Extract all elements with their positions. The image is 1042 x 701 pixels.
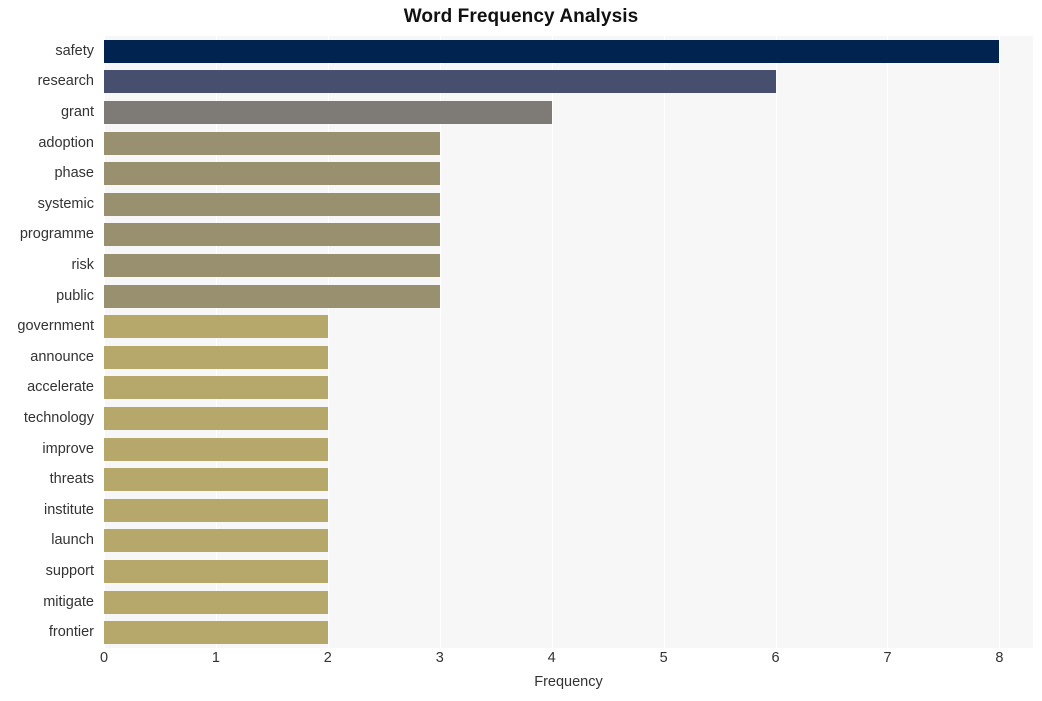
bar-improve[interactable] bbox=[104, 437, 328, 461]
bar-accelerate[interactable] bbox=[104, 376, 328, 400]
chart-title: Word Frequency Analysis bbox=[403, 6, 639, 27]
x-tick-label-2: 2 bbox=[323, 650, 332, 666]
chart-figure: Word Frequency Analysis safety research gr… bbox=[0, 0, 1042, 701]
bars-layer bbox=[104, 36, 1033, 648]
y-tick-label-announce: announce bbox=[30, 348, 94, 365]
bar-announce[interactable] bbox=[104, 345, 328, 369]
y-tick-label-institute: institute bbox=[44, 501, 94, 518]
bar-frontier[interactable] bbox=[104, 621, 328, 645]
y-tick-label-threats: threats bbox=[49, 471, 94, 488]
bar-launch[interactable] bbox=[104, 529, 328, 553]
x-tick-label-5: 5 bbox=[659, 650, 668, 666]
bar-research[interactable] bbox=[104, 70, 776, 94]
y-axis-tick-labels: safety research grant adoption phase systemic… bbox=[0, 36, 104, 648]
bar-safety[interactable] bbox=[104, 39, 1000, 63]
bar-adoption[interactable] bbox=[104, 131, 440, 155]
y-tick-label-safety: safety bbox=[55, 42, 94, 59]
x-axis-title: Frequency bbox=[534, 674, 603, 690]
bar-systemic[interactable] bbox=[104, 192, 440, 216]
y-tick-label-research: research bbox=[37, 73, 94, 90]
bar-phase[interactable] bbox=[104, 162, 440, 186]
x-tick-label-8: 8 bbox=[995, 650, 1004, 666]
plot-area bbox=[104, 36, 1033, 648]
x-axis-tick-labels: 0 1 2 3 4 5 6 7 8 bbox=[100, 650, 1033, 674]
bar-public[interactable] bbox=[104, 284, 440, 308]
bar-grant[interactable] bbox=[104, 101, 552, 124]
bar-risk[interactable] bbox=[104, 254, 440, 277]
bar-institute[interactable] bbox=[104, 498, 328, 522]
bar-government[interactable] bbox=[104, 315, 328, 339]
y-tick-label-technology: technology bbox=[23, 410, 94, 426]
x-tick-label-1: 1 bbox=[211, 650, 220, 666]
y-tick-label-grant: grant bbox=[60, 104, 94, 120]
y-tick-label-phase: phase bbox=[54, 165, 94, 182]
bar-mitigate[interactable] bbox=[104, 590, 328, 614]
y-tick-label-adoption: adoption bbox=[38, 134, 94, 151]
y-tick-label-systemic: systemic bbox=[37, 195, 94, 212]
y-tick-label-frontier: frontier bbox=[48, 624, 94, 641]
y-tick-label-risk: risk bbox=[71, 257, 94, 273]
y-tick-label-improve: improve bbox=[42, 440, 94, 457]
y-tick-label-programme: programme bbox=[19, 226, 94, 243]
y-tick-label-government: government bbox=[17, 318, 94, 335]
bar-threats[interactable] bbox=[104, 468, 328, 492]
y-tick-label-mitigate: mitigate bbox=[43, 593, 94, 610]
y-tick-label-launch: launch bbox=[51, 532, 94, 549]
x-tick-label-4: 4 bbox=[547, 650, 556, 666]
x-tick-label-0: 0 bbox=[99, 650, 109, 666]
bar-programme[interactable] bbox=[104, 223, 440, 247]
x-tick-label-7: 7 bbox=[883, 650, 892, 666]
bar-technology[interactable] bbox=[104, 407, 328, 430]
x-tick-label-3: 3 bbox=[435, 650, 444, 666]
y-tick-label-support: support bbox=[45, 563, 94, 579]
y-tick-label-accelerate: accelerate bbox=[27, 379, 94, 396]
bar-support[interactable] bbox=[104, 560, 328, 583]
y-tick-label-public: public bbox=[56, 287, 94, 304]
x-tick-label-6: 6 bbox=[771, 650, 780, 666]
